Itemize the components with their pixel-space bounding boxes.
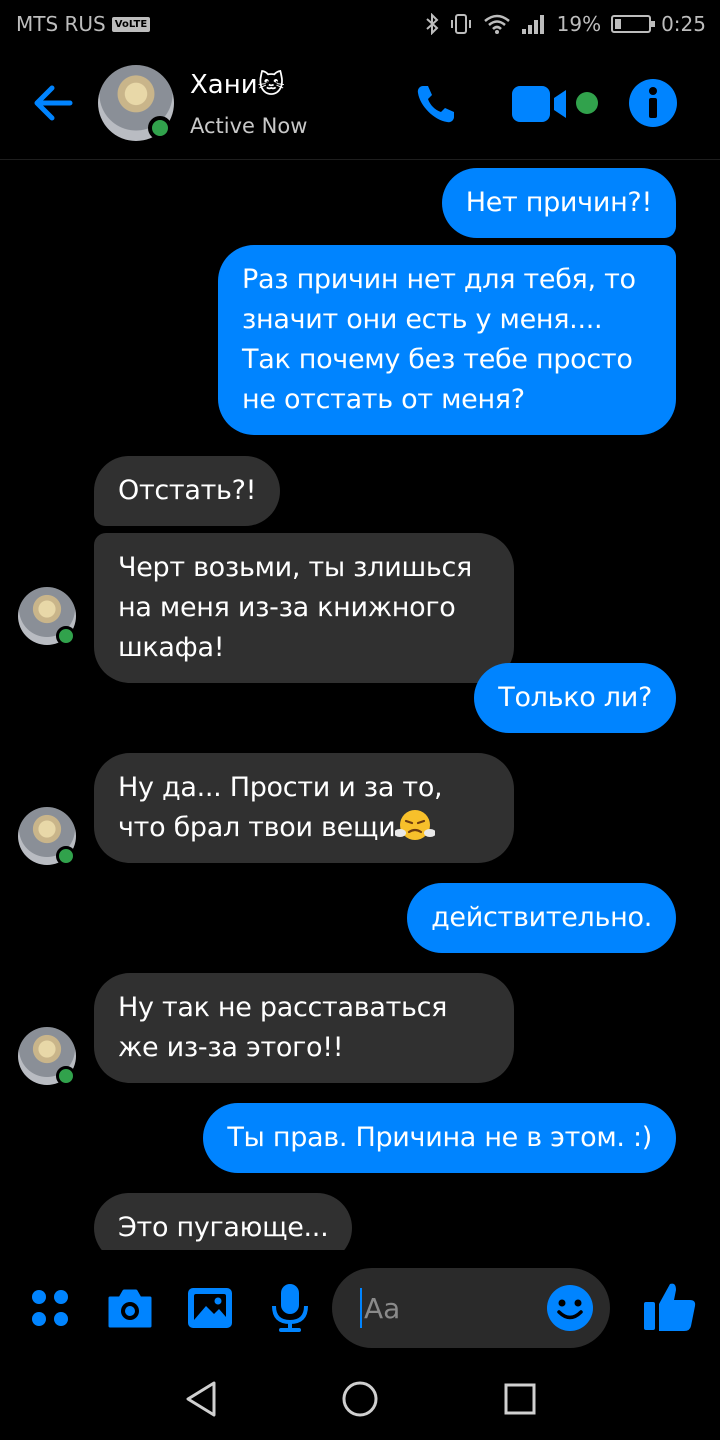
message-bubble-outgoing[interactable]: Раз причин нет для тебя, то значит они е… [218, 245, 676, 435]
apps-grid-icon[interactable] [30, 1288, 70, 1328]
video-online-indicator [576, 92, 598, 114]
clock: 0:25 [661, 12, 706, 36]
battery-percent: 19% [556, 12, 602, 36]
battery-icon [611, 15, 656, 33]
message-input[interactable] [360, 1288, 530, 1328]
microphone-icon[interactable] [270, 1282, 310, 1334]
steam-face-emoji-icon [395, 810, 436, 840]
message-text: Ну да... Прости и за то, что брал твои в… [118, 772, 443, 843]
system-navigation-bar [0, 1360, 720, 1440]
volte-badge: VoLTE [111, 16, 151, 32]
bluetooth-icon [425, 13, 439, 35]
message-list[interactable]: Нет причин?! Раз причин нет для тебя, то… [0, 161, 720, 1250]
message-bubble-incoming[interactable]: Черт возьми, ты злишься на меня из-за кн… [94, 533, 514, 683]
signal-icon [521, 15, 544, 34]
online-indicator [56, 846, 76, 866]
emoji-icon[interactable] [546, 1284, 594, 1332]
image-icon[interactable] [186, 1286, 234, 1330]
status-bar: MTS RUS VoLTE 19% 0:25 [0, 0, 720, 50]
thumbs-up-icon[interactable] [642, 1278, 698, 1334]
online-indicator [148, 116, 172, 140]
carrier-label: MTS RUS [16, 12, 106, 36]
message-bubble-outgoing[interactable]: Только ли? [474, 663, 676, 733]
message-bubble-incoming[interactable]: Ну да... Прости и за то, что брал твои в… [94, 753, 514, 863]
nav-recents-icon[interactable] [503, 1382, 537, 1416]
wifi-icon [483, 14, 510, 34]
message-bubble-outgoing[interactable]: Нет причин?! [441, 168, 676, 238]
message-bubble-incoming[interactable]: Отстать?! [94, 456, 281, 526]
contact-status: Active Now [190, 114, 308, 138]
phone-icon[interactable] [414, 82, 458, 126]
info-icon[interactable] [628, 78, 678, 128]
message-composer [0, 1250, 720, 1360]
nav-back-icon[interactable] [184, 1380, 218, 1418]
message-bubble-outgoing[interactable]: действительно. [407, 883, 676, 953]
online-indicator [56, 626, 76, 646]
message-bubble-outgoing[interactable]: Ты прав. Причина не в этом. :) [203, 1103, 676, 1173]
online-indicator [56, 1066, 76, 1086]
message-input-container[interactable] [332, 1268, 610, 1348]
contact-name[interactable]: Хани🐱 [190, 70, 285, 100]
nav-home-icon[interactable] [341, 1380, 379, 1418]
back-arrow-icon[interactable] [30, 80, 76, 126]
vibrate-icon [450, 14, 471, 34]
conversation-header: Хани🐱 Active Now [0, 50, 720, 160]
video-camera-icon[interactable] [510, 84, 570, 124]
camera-icon[interactable] [106, 1286, 154, 1330]
message-bubble-incoming[interactable]: Ну так не расставаться же из-за этого!! [94, 973, 514, 1083]
message-bubble-incoming[interactable]: Это пугающе... [94, 1193, 353, 1250]
